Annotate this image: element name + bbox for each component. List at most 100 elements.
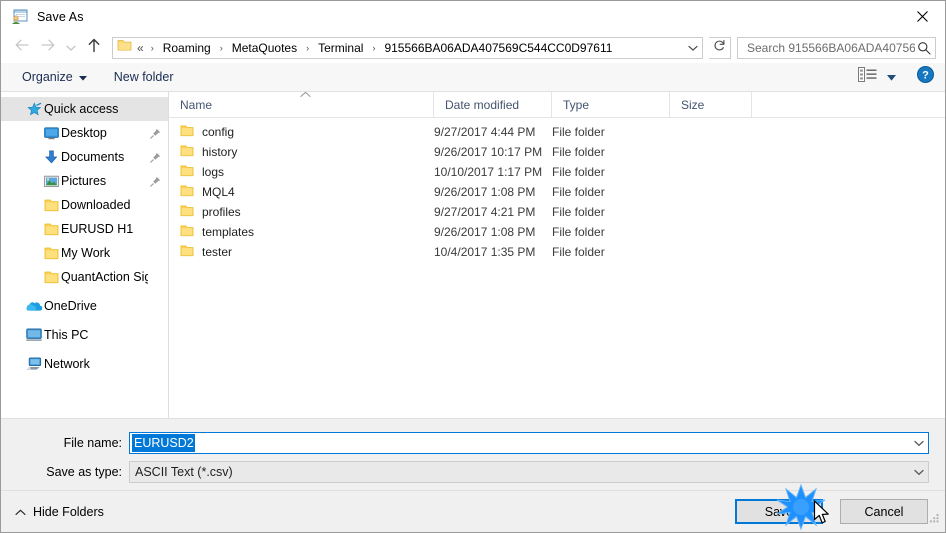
file-type-cell: File folder (552, 225, 605, 239)
breadcrumb-item-metaquotes[interactable]: MetaQuotes (228, 40, 301, 56)
sidebar-item-eurusd-h1[interactable]: EURUSD H1 (1, 217, 168, 241)
file-type-cell: File folder (552, 145, 605, 159)
organize-button[interactable]: Organize (15, 66, 94, 88)
file-type-cell: File folder (552, 165, 605, 179)
file-name-label: logs (202, 165, 225, 179)
navigation-sidebar: Quick access Desktop Documents Pictures … (1, 92, 169, 418)
search-input[interactable] (745, 39, 917, 56)
sidebar-item-label: Quick access (44, 102, 119, 116)
save-as-type-select[interactable]: ASCII Text (*.csv) (129, 461, 929, 483)
column-header-label: Size (681, 97, 705, 112)
new-folder-button[interactable]: New folder (107, 66, 181, 88)
file-name-row: File name: EURUSD2 (1, 432, 945, 454)
table-row[interactable]: tester 10/4/2017 1:35 PM File folder (169, 242, 945, 262)
sidebar-item-label: This PC (44, 328, 89, 342)
cancel-button[interactable]: Cancel (840, 499, 928, 524)
folder-icon (180, 204, 194, 220)
sidebar-item-this-pc[interactable]: This PC (1, 323, 168, 347)
save-as-type-dropdown-button[interactable] (910, 463, 928, 481)
file-date-cell: 9/26/2017 1:08 PM (434, 225, 536, 239)
arrow-left-icon (14, 38, 30, 57)
chevron-down-icon (914, 463, 924, 481)
breadcrumb-item-current-folder[interactable]: 915566BA06ADA407569C544CC0D97611 (380, 40, 616, 56)
sidebar-item-pictures[interactable]: Pictures (1, 169, 168, 193)
file-type-cell: File folder (552, 205, 605, 219)
sidebar-item-onedrive[interactable]: OneDrive (1, 294, 168, 318)
view-layout-icon (857, 67, 877, 87)
sidebar-item-my-work[interactable]: My Work (1, 241, 168, 265)
sidebar-item-label: EURUSD H1 (61, 222, 134, 236)
close-icon (916, 10, 928, 22)
column-header-name[interactable]: Name (169, 92, 434, 117)
search-icon (917, 41, 931, 55)
breadcrumb-item-terminal[interactable]: Terminal (314, 40, 367, 56)
up-button[interactable] (81, 36, 107, 60)
breadcrumb-overflow[interactable]: « (135, 40, 146, 56)
file-name-label: profiles (202, 205, 241, 219)
table-row[interactable]: templates 9/26/2017 1:08 PM File folder (169, 222, 945, 242)
hide-folders-button[interactable]: Hide Folders (15, 503, 104, 521)
column-header-filler (752, 92, 945, 117)
file-name-label: tester (202, 245, 233, 259)
svg-text:?: ? (922, 70, 929, 82)
folder-icon (180, 184, 194, 200)
resize-grip-icon[interactable] (928, 511, 941, 529)
file-name-cell: profiles (169, 204, 434, 220)
address-dropdown-button[interactable] (684, 38, 702, 58)
table-row[interactable]: history 9/26/2017 10:17 PM File folder (169, 142, 945, 162)
new-folder-label: New folder (113, 70, 174, 84)
folder-icon (117, 38, 132, 57)
file-name-label: config (202, 125, 235, 139)
file-name-dropdown-button[interactable] (910, 434, 928, 452)
refresh-button[interactable] (709, 36, 731, 59)
caret-down-icon (886, 68, 896, 86)
column-header-size[interactable]: Size (670, 92, 752, 117)
forward-button[interactable] (35, 36, 61, 60)
folder-icon (41, 198, 61, 212)
sidebar-item-quick-access[interactable]: Quick access (1, 97, 168, 121)
close-button[interactable] (899, 1, 945, 31)
sidebar-item-label: OneDrive (44, 299, 97, 313)
breadcrumb-item-roaming[interactable]: Roaming (159, 40, 215, 56)
address-bar[interactable]: « › Roaming › MetaQuotes › Terminal › 91… (112, 36, 703, 59)
sidebar-item-desktop[interactable]: Desktop (1, 121, 168, 145)
file-name-label: File name: (63, 436, 122, 450)
sidebar-item-label: My Work (61, 246, 111, 260)
table-row[interactable]: logs 10/10/2017 1:17 PM File folder (169, 162, 945, 182)
search-box[interactable] (737, 36, 936, 59)
arrow-right-icon (40, 38, 56, 57)
file-date-cell: 9/27/2017 4:44 PM (434, 125, 536, 139)
file-date-cell: 10/10/2017 1:17 PM (434, 165, 543, 179)
table-row[interactable]: MQL4 9/26/2017 1:08 PM File folder (169, 182, 945, 202)
folder-icon (180, 224, 194, 240)
pin-icon[interactable] (148, 128, 162, 139)
table-row[interactable]: profiles 9/27/2017 4:21 PM File folder (169, 202, 945, 222)
dialog-body: Quick access Desktop Documents Pictures … (1, 92, 945, 418)
this-pc-icon (24, 328, 44, 342)
save-button[interactable]: Save (735, 499, 823, 524)
sidebar-item-quantaction-signal[interactable]: QuantAction Signal (1, 265, 168, 289)
sidebar-item-network[interactable]: Network (1, 352, 168, 376)
chevron-up-icon (15, 503, 26, 521)
back-button[interactable] (9, 36, 35, 60)
help-button[interactable]: ? (913, 66, 937, 88)
caret-down-icon (78, 70, 87, 84)
window-title: Save As (37, 9, 84, 24)
view-dropdown-button[interactable] (881, 66, 901, 88)
sidebar-item-downloaded[interactable]: Downloaded (1, 193, 168, 217)
file-name-input[interactable]: EURUSD2 (129, 432, 929, 454)
sidebar-item-documents[interactable]: Documents (1, 145, 168, 169)
column-header-label: Type (563, 97, 590, 112)
table-row[interactable]: config 9/27/2017 4:44 PM File folder (169, 122, 945, 142)
recent-locations-button[interactable] (61, 36, 81, 60)
file-date-cell: 9/26/2017 10:17 PM (434, 145, 543, 159)
documents-icon (41, 150, 61, 164)
column-header-label: Name (180, 97, 213, 112)
pin-icon[interactable] (148, 152, 162, 163)
column-header-date-modified[interactable]: Date modified (434, 92, 552, 117)
file-name-value: EURUSD2 (132, 434, 195, 452)
pin-icon[interactable] (148, 176, 162, 187)
column-header-type[interactable]: Type (552, 92, 670, 117)
dialog-footer: Hide Folders Save Cancel (1, 490, 945, 532)
change-view-button[interactable] (853, 66, 881, 88)
